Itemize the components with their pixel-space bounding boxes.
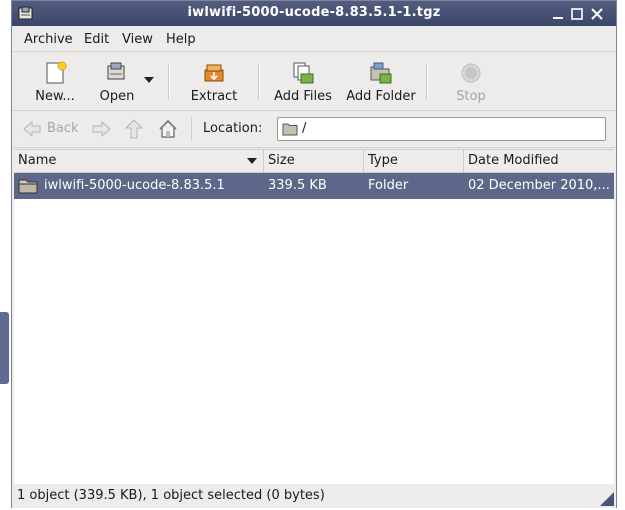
open-label: Open xyxy=(99,89,135,104)
column-date-label: Date Modified xyxy=(468,153,559,168)
menu-help[interactable]: Help xyxy=(166,32,196,47)
home-icon[interactable] xyxy=(157,118,179,140)
list-header: Name Size Type Date Modified xyxy=(14,150,614,173)
toolbar-separator xyxy=(168,64,170,100)
stop-button[interactable]: Stop xyxy=(448,56,494,106)
column-header-name[interactable]: Name xyxy=(14,150,264,172)
location-bar: Back Location: / xyxy=(12,111,616,148)
extract-button[interactable]: Extract xyxy=(188,56,240,106)
maximize-icon[interactable] xyxy=(569,6,585,22)
forward-arrow-icon[interactable] xyxy=(90,120,112,138)
back-label: Back xyxy=(47,121,79,136)
folder-icon xyxy=(282,123,298,136)
menu-bar: Archive Edit View Help xyxy=(12,27,616,52)
column-header-size[interactable]: Size xyxy=(264,150,364,172)
sort-descending-icon xyxy=(247,158,257,164)
row-type: Folder xyxy=(368,178,409,193)
new-document-icon xyxy=(46,61,67,84)
title-bar[interactable]: iwlwifi-5000-ucode-8.83.5.1-1.tgz xyxy=(12,1,616,26)
new-label: New... xyxy=(35,89,75,104)
minimize-icon[interactable] xyxy=(550,6,566,22)
open-button[interactable]: Open xyxy=(92,56,142,106)
toolbar: New... Open Extract Add Files Add Folder… xyxy=(12,52,616,111)
status-bar: 1 object (339.5 KB), 1 object selected (… xyxy=(12,484,616,508)
table-row[interactable]: iwlwifi-5000-ucode-8.83.5.1 339.5 KB Fol… xyxy=(14,173,614,199)
add-files-icon xyxy=(293,62,314,84)
background-window-strip xyxy=(0,312,9,384)
resize-grip-icon[interactable] xyxy=(600,492,614,506)
folder-icon xyxy=(18,179,38,194)
column-header-date[interactable]: Date Modified xyxy=(464,150,614,172)
file-list[interactable]: Name Size Type Date Modified iwlwifi-500… xyxy=(14,149,614,485)
add-folder-button[interactable]: Add Folder xyxy=(346,56,416,106)
column-type-label: Type xyxy=(368,153,398,168)
toolbar-separator xyxy=(258,64,260,100)
window-title: iwlwifi-5000-ucode-8.83.5.1-1.tgz xyxy=(187,5,441,20)
archive-manager-window: iwlwifi-5000-ucode-8.83.5.1-1.tgz Archiv… xyxy=(11,0,617,508)
status-text: 1 object (339.5 KB), 1 object selected (… xyxy=(17,488,325,503)
row-name: iwlwifi-5000-ucode-8.83.5.1 xyxy=(44,178,225,193)
location-separator xyxy=(191,117,192,141)
back-button[interactable]: Back xyxy=(20,118,82,140)
column-size-label: Size xyxy=(268,153,295,168)
row-size: 339.5 KB xyxy=(268,178,327,193)
toolbar-separator xyxy=(426,64,428,100)
open-archive-icon xyxy=(107,62,125,80)
stop-label: Stop xyxy=(456,89,486,104)
column-name-label: Name xyxy=(18,153,57,168)
add-folder-label: Add Folder xyxy=(346,89,416,104)
location-field[interactable]: / xyxy=(277,117,606,141)
extract-label: Extract xyxy=(190,89,238,104)
back-arrow-icon xyxy=(23,120,41,138)
menu-view[interactable]: View xyxy=(122,32,153,47)
new-button[interactable]: New... xyxy=(26,56,84,106)
close-icon[interactable] xyxy=(589,6,605,22)
row-date: 02 December 2010,... xyxy=(468,178,610,193)
location-value: / xyxy=(302,121,307,136)
open-dropdown-arrow-icon[interactable] xyxy=(143,76,155,84)
stop-icon xyxy=(461,63,481,83)
column-header-type[interactable]: Type xyxy=(364,150,464,172)
location-label: Location: xyxy=(203,121,263,136)
extract-icon xyxy=(204,64,224,82)
menu-archive[interactable]: Archive xyxy=(24,32,73,47)
add-files-label: Add Files xyxy=(274,89,332,104)
up-arrow-icon[interactable] xyxy=(124,118,144,140)
add-files-button[interactable]: Add Files xyxy=(272,56,334,106)
add-folder-icon xyxy=(370,62,392,84)
menu-edit[interactable]: Edit xyxy=(84,32,109,47)
